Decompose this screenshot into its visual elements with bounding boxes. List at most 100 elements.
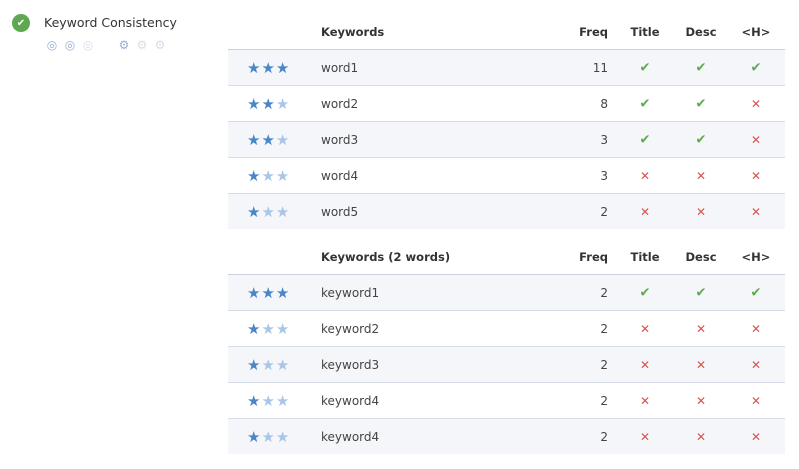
keyword: keyword3	[321, 357, 380, 372]
star-rating: ★★★	[247, 95, 290, 113]
keywords-header: Keywords	[321, 25, 385, 39]
star-rating: ★★★	[247, 59, 290, 77]
star-icon: ★	[261, 391, 276, 410]
cross-icon: ✕	[750, 132, 762, 147]
star-icon: ★	[261, 319, 276, 338]
toolbar-icons: ◎ ◎ ◎ ⚙ ⚙ ⚙	[45, 38, 167, 52]
cross-icon: ✕	[639, 321, 651, 336]
star-rating: ★★★	[247, 131, 290, 149]
freq: 2	[600, 357, 608, 372]
star-rating: ★★★	[247, 356, 290, 374]
star-icon: ★	[247, 202, 262, 221]
star-rating: ★★★	[247, 428, 290, 446]
star-icon: ★	[275, 166, 291, 185]
check-icon: ✔	[639, 96, 651, 111]
star-icon: ★	[261, 58, 276, 77]
star-icon: ★	[275, 130, 291, 149]
cross-icon: ✕	[639, 357, 651, 372]
gear-icon[interactable]: ⚙	[153, 38, 167, 52]
target-icon[interactable]: ◎	[45, 38, 59, 52]
table-row: ★★★ keyword2 2 ✕ ✕ ✕	[228, 311, 785, 347]
keyword: word3	[321, 132, 359, 147]
star-icon: ★	[275, 355, 291, 374]
check-icon: ✔	[750, 285, 762, 300]
cross-icon: ✕	[695, 204, 707, 219]
star-icon: ★	[275, 94, 291, 113]
star-icon: ★	[247, 58, 262, 77]
freq: 8	[600, 96, 608, 111]
check-icon: ✔	[695, 285, 707, 300]
cross-icon: ✕	[639, 393, 651, 408]
cross-icon: ✕	[695, 429, 707, 444]
cross-icon: ✕	[750, 204, 762, 219]
keyword: word1	[321, 60, 359, 75]
keyword: word5	[321, 204, 359, 219]
star-icon: ★	[261, 130, 276, 149]
cross-icon: ✕	[750, 393, 762, 408]
table-row: ★★★ keyword1 2 ✔ ✔ ✔	[228, 275, 785, 311]
star-icon: ★	[247, 166, 262, 185]
cross-icon: ✕	[695, 168, 707, 183]
star-rating: ★★★	[247, 203, 290, 221]
cross-icon: ✕	[639, 168, 651, 183]
star-icon: ★	[261, 427, 276, 446]
cross-icon: ✕	[639, 204, 651, 219]
keyword: keyword4	[321, 393, 380, 408]
check-icon: ✔	[12, 14, 30, 32]
keyword: keyword4	[321, 429, 380, 444]
star-rating: ★★★	[247, 320, 290, 338]
check-icon: ✔	[750, 60, 762, 75]
freq-header: Freq	[579, 250, 608, 264]
star-icon: ★	[261, 355, 276, 374]
star-icon: ★	[275, 427, 291, 446]
star-icon: ★	[275, 319, 291, 338]
gear-icon[interactable]: ⚙	[117, 38, 131, 52]
check-icon: ✔	[695, 60, 707, 75]
star-icon: ★	[247, 283, 262, 302]
star-rating: ★★★	[247, 167, 290, 185]
keyword: keyword1	[321, 285, 380, 300]
star-icon: ★	[275, 391, 291, 410]
section-title: Keyword Consistency	[44, 15, 177, 30]
star-icon: ★	[247, 94, 262, 113]
star-icon: ★	[261, 166, 276, 185]
check-icon: ✔	[639, 60, 651, 75]
table-header: Keywords Freq Title Desc <H>	[228, 15, 785, 50]
star-icon: ★	[261, 202, 276, 221]
table-row: ★★★ word5 2 ✕ ✕ ✕	[228, 194, 785, 229]
gear-icon[interactable]: ⚙	[135, 38, 149, 52]
target-icon[interactable]: ◎	[81, 38, 95, 52]
table-row: ★★★ word1 11 ✔ ✔ ✔	[228, 50, 785, 86]
star-icon: ★	[261, 283, 276, 302]
freq: 3	[600, 132, 608, 147]
star-icon: ★	[247, 427, 262, 446]
cross-icon: ✕	[750, 96, 762, 111]
star-rating: ★★★	[247, 392, 290, 410]
cross-icon: ✕	[695, 393, 707, 408]
table-row: ★★★ keyword4 2 ✕ ✕ ✕	[228, 419, 785, 454]
check-icon: ✔	[695, 96, 707, 111]
freq: 2	[600, 321, 608, 336]
check-icon: ✔	[639, 132, 651, 147]
freq: 2	[600, 429, 608, 444]
target-icon[interactable]: ◎	[63, 38, 77, 52]
cross-icon: ✕	[750, 357, 762, 372]
table-row: ★★★ word4 3 ✕ ✕ ✕	[228, 158, 785, 194]
table-row: ★★★ keyword4 2 ✕ ✕ ✕	[228, 383, 785, 419]
check-icon: ✔	[695, 132, 707, 147]
freq: 2	[600, 204, 608, 219]
star-rating: ★★★	[247, 284, 290, 302]
keywords-2-words-table: Keywords (2 words) Freq Title Desc <H> ★…	[228, 240, 785, 454]
table-row: ★★★ word2 8 ✔ ✔ ✕	[228, 86, 785, 122]
cross-icon: ✕	[639, 429, 651, 444]
star-icon: ★	[275, 58, 291, 77]
keywords-table: Keywords Freq Title Desc <H> ★★★ word1 1…	[228, 15, 785, 229]
table-row: ★★★ keyword3 2 ✕ ✕ ✕	[228, 347, 785, 383]
star-icon: ★	[275, 283, 291, 302]
star-icon: ★	[247, 130, 262, 149]
keyword: word4	[321, 168, 359, 183]
cross-icon: ✕	[750, 321, 762, 336]
cross-icon: ✕	[750, 429, 762, 444]
cross-icon: ✕	[695, 357, 707, 372]
freq-header: Freq	[579, 25, 608, 39]
